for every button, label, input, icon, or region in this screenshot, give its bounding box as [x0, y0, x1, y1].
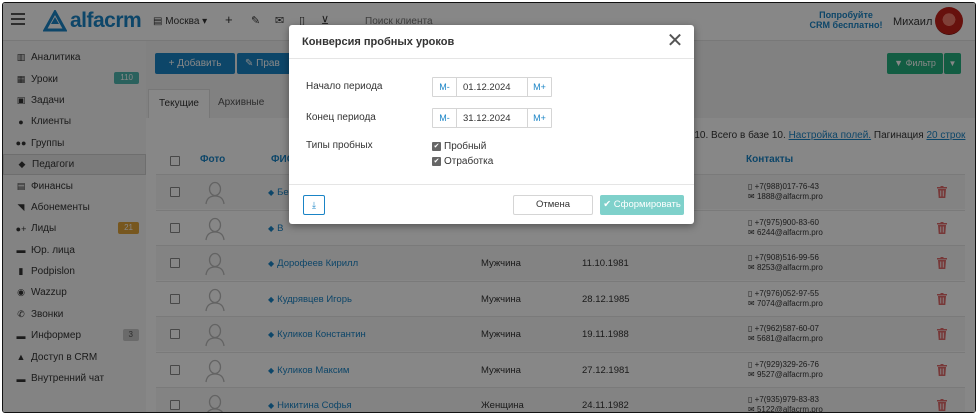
makeup-checkbox-label: Отработка [444, 156, 494, 167]
trial-checkbox[interactable]: ✔ Пробный [432, 141, 486, 152]
start-date-group: M- M+ [432, 77, 552, 97]
conversion-modal: Конверсия пробных уроков ✕ Начало период… [289, 25, 694, 224]
end-date-group: M- M+ [432, 108, 552, 128]
checkbox-checked-icon: ✔ [432, 142, 441, 151]
cancel-button[interactable]: Отмена [513, 195, 593, 215]
end-month-plus-button[interactable]: M+ [527, 109, 551, 127]
modal-divider [289, 58, 694, 59]
start-period-label: Начало периода [306, 81, 383, 92]
trial-checkbox-label: Пробный [444, 141, 487, 152]
modal-title: Конверсия пробных уроков [302, 36, 455, 48]
generate-button[interactable]: ✔ Сформировать [600, 195, 684, 215]
close-icon[interactable]: ✕ [666, 30, 684, 52]
start-month-minus-button[interactable]: M- [433, 78, 457, 96]
app-window: alfacrm ▤ Москва ▾ + ✎ ✉ ▯ ⊻ Попробуйте … [2, 2, 976, 413]
start-month-plus-button[interactable]: M+ [527, 78, 551, 96]
download-button[interactable]: ⤓ [303, 195, 325, 215]
trial-types-label: Типы пробных [306, 140, 373, 151]
end-period-label: Конец периода [306, 112, 376, 123]
makeup-checkbox[interactable]: ✔ Отработка [432, 156, 493, 167]
checkbox-checked-icon: ✔ [432, 157, 441, 166]
end-month-minus-button[interactable]: M- [433, 109, 457, 127]
end-date-input[interactable] [457, 109, 527, 127]
start-date-input[interactable] [457, 78, 527, 96]
modal-footer-divider [289, 184, 694, 185]
download-icon: ⤓ [312, 200, 316, 210]
